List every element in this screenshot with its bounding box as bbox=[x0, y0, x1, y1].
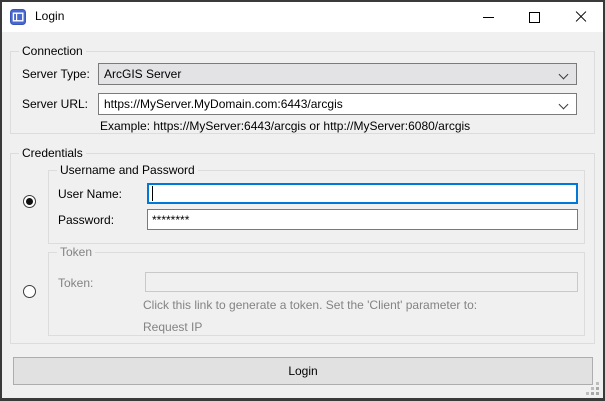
minimize-icon bbox=[483, 17, 494, 18]
credentials-group-label: Credentials bbox=[19, 147, 86, 160]
server-url-value: https://MyServer.MyDomain.com:6443/arcgi… bbox=[104, 97, 343, 111]
token-radio[interactable] bbox=[23, 285, 36, 298]
login-dialog: Login Connection Server Type: ArcGIS Ser… bbox=[0, 0, 605, 401]
app-icon bbox=[10, 9, 26, 25]
chevron-down-icon bbox=[559, 100, 569, 110]
connection-group-label: Connection bbox=[19, 45, 86, 58]
minimize-button[interactable] bbox=[465, 2, 511, 32]
resize-grip-icon[interactable] bbox=[586, 382, 600, 396]
user-name-label: User Name: bbox=[58, 187, 122, 202]
password-label: Password: bbox=[58, 213, 114, 228]
server-type-value: ArcGIS Server bbox=[104, 67, 181, 81]
token-hint: Click this link to generate a token. Set… bbox=[143, 298, 477, 313]
titlebar[interactable]: Login bbox=[2, 2, 603, 32]
chevron-down-icon bbox=[559, 70, 569, 80]
token-group-label: Token bbox=[57, 246, 95, 259]
login-button[interactable]: Login bbox=[13, 357, 593, 385]
username-password-group: Username and Password bbox=[48, 170, 585, 244]
username-password-group-label: Username and Password bbox=[57, 164, 198, 177]
username-password-radio[interactable] bbox=[23, 195, 36, 208]
server-url-label: Server URL: bbox=[22, 97, 88, 112]
token-label: Token: bbox=[58, 276, 93, 291]
window-title: Login bbox=[35, 2, 64, 31]
request-ip-link[interactable]: Request IP bbox=[143, 320, 202, 335]
token-input bbox=[145, 272, 578, 292]
user-name-input[interactable] bbox=[147, 183, 578, 204]
server-type-combobox[interactable]: ArcGIS Server bbox=[98, 63, 577, 85]
server-type-label: Server Type: bbox=[22, 67, 90, 82]
server-url-combobox[interactable]: https://MyServer.MyDomain.com:6443/arcgi… bbox=[98, 93, 577, 115]
token-group: Token bbox=[48, 252, 585, 336]
text-caret bbox=[152, 186, 153, 201]
login-button-label: Login bbox=[288, 364, 317, 378]
close-button[interactable] bbox=[557, 2, 603, 32]
maximize-icon bbox=[529, 12, 540, 23]
maximize-button[interactable] bbox=[511, 2, 557, 32]
password-input[interactable] bbox=[147, 209, 578, 230]
server-url-example: Example: https://MyServer:6443/arcgis or… bbox=[100, 119, 470, 134]
